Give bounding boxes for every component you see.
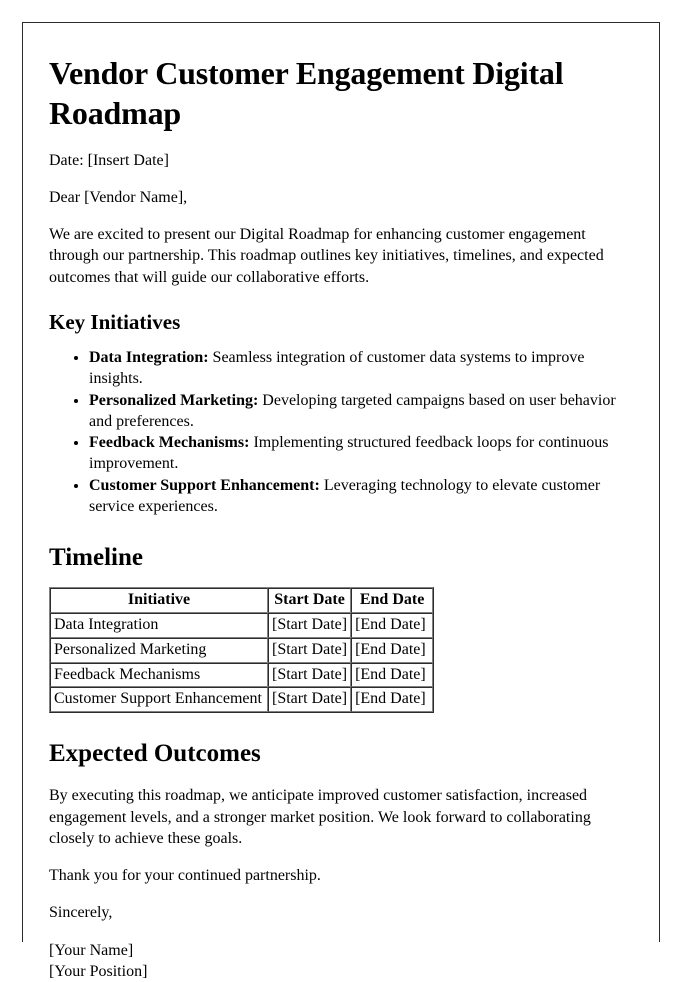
key-initiatives-list: Data Integration: Seamless integration o… xyxy=(49,347,633,517)
cell-initiative: Customer Support Enhancement xyxy=(50,687,268,713)
cell-end-date: [End Date] xyxy=(351,687,434,713)
cell-initiative: Feedback Mechanisms xyxy=(50,662,268,688)
signature-block: [Your Name] [Your Position] xyxy=(49,940,633,982)
document-page-frame: Vendor Customer Engagement Digital Roadm… xyxy=(22,22,660,980)
table-row: Data Integration [Start Date] [End Date] xyxy=(50,613,434,638)
table-row: Feedback Mechanisms [Start Date] [End Da… xyxy=(50,662,434,688)
column-header-start-date: Start Date xyxy=(268,588,352,614)
page-title: Vendor Customer Engagement Digital Roadm… xyxy=(49,55,564,132)
list-item-lead: Customer Support Enhancement: xyxy=(89,476,320,494)
timeline-table: Initiative Start Date End Date Data Inte… xyxy=(49,587,435,714)
cell-end-date: [End Date] xyxy=(351,662,434,688)
cell-end-date: [End Date] xyxy=(351,637,434,663)
cell-end-date: [End Date] xyxy=(351,613,434,638)
date-line: Date: [Insert Date] xyxy=(49,151,169,169)
section-heading-timeline: Timeline xyxy=(49,544,143,572)
timeline-table-head: Initiative Start Date End Date xyxy=(50,588,434,614)
closing-sign-off: Sincerely, xyxy=(49,904,113,922)
column-header-end-date: End Date xyxy=(351,588,434,614)
table-row: Personalized Marketing [Start Date] [End… xyxy=(50,637,434,663)
expected-outcomes-paragraph: By executing this roadmap, we anticipate… xyxy=(49,787,591,847)
cell-initiative: Data Integration xyxy=(50,613,268,638)
list-item: Feedback Mechanisms: Implementing struct… xyxy=(89,432,633,475)
list-item-lead: Data Integration: xyxy=(89,349,209,367)
cell-start-date: [Start Date] xyxy=(268,637,352,663)
document-body: Vendor Customer Engagement Digital Roadm… xyxy=(23,23,659,982)
signature-name: [Your Name] xyxy=(49,941,134,959)
table-header-row: Initiative Start Date End Date xyxy=(50,588,434,614)
table-row: Customer Support Enhancement [Start Date… xyxy=(50,687,434,713)
cell-start-date: [Start Date] xyxy=(268,662,352,688)
salutation: Dear [Vendor Name], xyxy=(49,188,188,206)
column-header-initiative: Initiative xyxy=(50,588,268,614)
section-heading-expected-outcomes: Expected Outcomes xyxy=(49,740,261,768)
cell-initiative: Personalized Marketing xyxy=(50,637,268,663)
section-heading-key-initiatives: Key Initiatives xyxy=(49,309,181,334)
list-item: Customer Support Enhancement: Leveraging… xyxy=(89,475,633,518)
list-item-lead: Personalized Marketing: xyxy=(89,391,259,409)
closing-thanks: Thank you for your continued partnership… xyxy=(49,867,321,885)
list-item: Data Integration: Seamless integration o… xyxy=(89,347,633,390)
list-item-lead: Feedback Mechanisms: xyxy=(89,434,250,452)
list-item: Personalized Marketing: Developing targe… xyxy=(89,390,633,433)
cell-start-date: [Start Date] xyxy=(268,687,352,713)
signature-position: [Your Position] xyxy=(49,962,148,980)
cell-start-date: [Start Date] xyxy=(268,613,352,638)
intro-paragraph: We are excited to present our Digital Ro… xyxy=(49,226,604,286)
timeline-table-body: Data Integration [Start Date] [End Date]… xyxy=(50,613,434,713)
